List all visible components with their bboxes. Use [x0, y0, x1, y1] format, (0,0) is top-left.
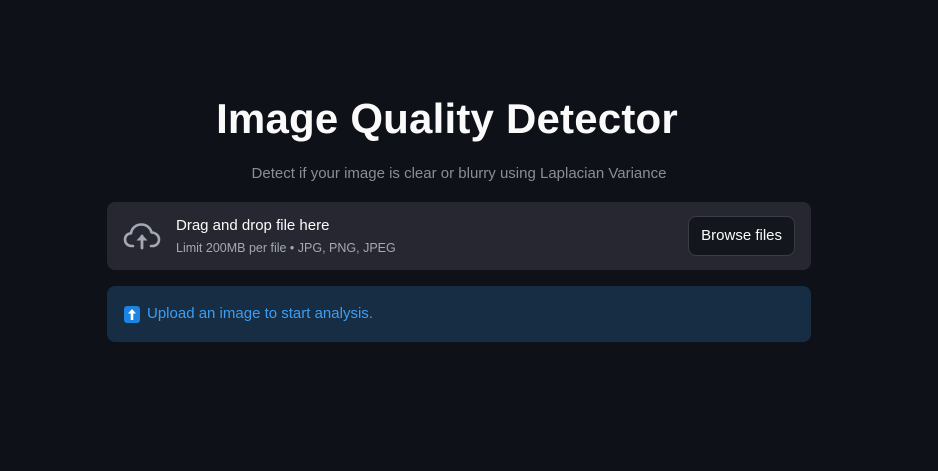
app-page: Image Quality Detector Detect if your im…: [0, 0, 938, 471]
page-subtitle: Detect if your image is clear or blurry …: [251, 165, 667, 182]
up-arrow-icon: [124, 305, 140, 323]
file-limit-label: Limit 200MB per file • JPG, PNG, JPEG: [176, 241, 396, 255]
info-content: Upload an image to start analysis.: [124, 304, 373, 324]
info-alert: Upload an image to start analysis.: [107, 286, 811, 342]
dropzone-label: Drag and drop file here: [176, 217, 330, 234]
info-message: Upload an image to start analysis.: [147, 305, 373, 322]
cloud-upload-icon: [123, 219, 161, 253]
page-title: Image Quality Detector: [216, 95, 678, 142]
dropzone-text: Drag and drop file here Limit 200MB per …: [176, 216, 396, 256]
file-uploader-dropzone[interactable]: Drag and drop file here Limit 200MB per …: [107, 202, 811, 270]
browse-files-button[interactable]: Browse files: [688, 216, 795, 256]
